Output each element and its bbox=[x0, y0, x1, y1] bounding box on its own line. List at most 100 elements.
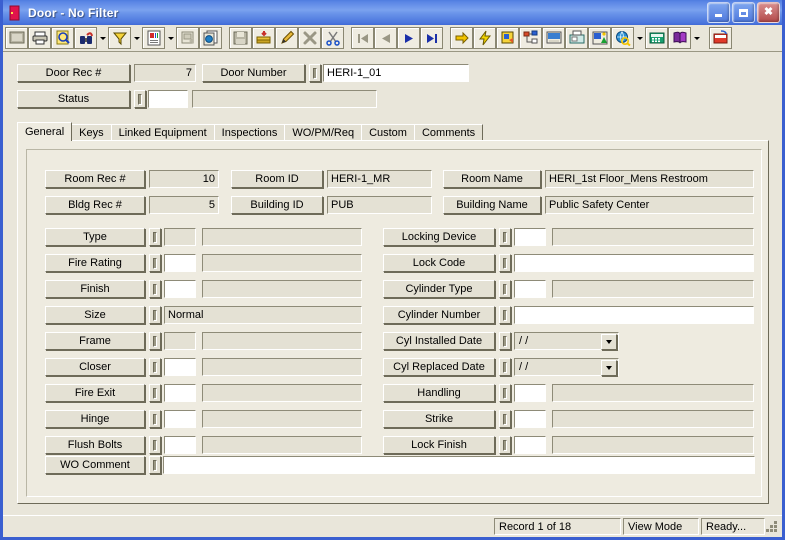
hinge-lookup-button[interactable] bbox=[149, 410, 161, 428]
chevron-down-icon[interactable] bbox=[131, 27, 142, 49]
application-window: Door - No Filter ✖ Door Rec # 7 Door Num… bbox=[0, 0, 785, 540]
attachment-icon[interactable] bbox=[542, 27, 565, 49]
cylinder-type-description bbox=[552, 280, 754, 298]
chevron-down-icon[interactable] bbox=[97, 27, 108, 49]
type-code-input[interactable] bbox=[164, 228, 196, 246]
tab-linked-equipment[interactable]: Linked Equipment bbox=[110, 124, 215, 141]
tab-inspections[interactable]: Inspections bbox=[213, 124, 286, 141]
close-button[interactable]: ✖ bbox=[757, 2, 780, 23]
last-record-icon[interactable] bbox=[420, 27, 443, 49]
size-input[interactable]: Normal bbox=[164, 306, 362, 324]
frame-code-input[interactable] bbox=[164, 332, 196, 350]
flush-bolts-lookup-button[interactable] bbox=[149, 436, 161, 454]
status-code-input[interactable] bbox=[148, 90, 188, 108]
find-icon[interactable] bbox=[74, 27, 97, 49]
type-lookup-button[interactable] bbox=[149, 228, 161, 246]
print-icon[interactable] bbox=[28, 27, 51, 49]
handling-code-input[interactable] bbox=[514, 384, 546, 402]
calculator-icon[interactable] bbox=[645, 27, 668, 49]
hierarchy-icon[interactable] bbox=[519, 27, 542, 49]
lock-finish-label: Lock Finish bbox=[383, 436, 495, 454]
locking-device-code-input[interactable] bbox=[514, 228, 546, 246]
filter-icon[interactable] bbox=[108, 27, 131, 49]
fire-rating-lookup-button[interactable] bbox=[149, 254, 161, 272]
strike-code-input[interactable] bbox=[514, 410, 546, 428]
tab-custom[interactable]: Custom bbox=[361, 124, 415, 141]
cylinder-type-lookup-button[interactable] bbox=[499, 280, 511, 298]
delete-icon[interactable] bbox=[298, 27, 321, 49]
cyl-installed-date-combo[interactable]: / / bbox=[514, 332, 619, 350]
goto-icon[interactable] bbox=[450, 27, 473, 49]
chevron-down-icon[interactable] bbox=[634, 27, 645, 49]
fire-exit-lookup-button[interactable] bbox=[149, 384, 161, 402]
flush-bolts-code-input[interactable] bbox=[164, 436, 196, 454]
wo-comment-input[interactable] bbox=[163, 456, 755, 474]
lock-code-lookup-button[interactable] bbox=[499, 254, 511, 272]
door-number-lookup-button[interactable] bbox=[309, 64, 321, 82]
cyl-replaced-date-combo[interactable]: / / bbox=[514, 358, 619, 376]
chevron-down-icon[interactable] bbox=[691, 27, 702, 49]
exit-icon[interactable] bbox=[709, 27, 732, 49]
lock-code-input[interactable] bbox=[514, 254, 754, 272]
finish-lookup-button[interactable] bbox=[149, 280, 161, 298]
quick-action-icon[interactable] bbox=[473, 27, 496, 49]
size-lookup-button[interactable] bbox=[149, 306, 161, 324]
chevron-down-icon[interactable] bbox=[165, 27, 176, 49]
cut-icon[interactable] bbox=[321, 27, 344, 49]
fire-rating-code-input[interactable] bbox=[164, 254, 196, 272]
copy-record-icon[interactable] bbox=[199, 27, 222, 49]
maximize-button[interactable] bbox=[732, 2, 755, 23]
tab-label: Comments bbox=[421, 127, 476, 139]
cyl-installed-date-lookup-button[interactable] bbox=[499, 332, 511, 350]
print-preview-icon[interactable] bbox=[51, 27, 74, 49]
tab-general[interactable]: General bbox=[17, 122, 73, 141]
properties-icon[interactable] bbox=[176, 27, 199, 49]
frame-lookup-button[interactable] bbox=[149, 332, 161, 350]
fire-exit-code-input[interactable] bbox=[164, 384, 196, 402]
linked-records-icon[interactable] bbox=[496, 27, 519, 49]
status-lookup-button[interactable] bbox=[134, 90, 146, 108]
help-book-icon[interactable] bbox=[668, 27, 691, 49]
lock-finish-lookup-button[interactable] bbox=[499, 436, 511, 454]
finish-code-input[interactable] bbox=[164, 280, 196, 298]
closer-code-input[interactable] bbox=[164, 358, 196, 376]
chevron-down-icon[interactable] bbox=[601, 334, 617, 350]
cylinder-type-code-input[interactable] bbox=[514, 280, 546, 298]
edit-icon[interactable] bbox=[275, 27, 298, 49]
fax-icon[interactable] bbox=[565, 27, 588, 49]
locking-device-lookup-button[interactable] bbox=[499, 228, 511, 246]
door-number-input[interactable]: HERI-1_01 bbox=[323, 64, 469, 82]
cylinder-number-lookup-button[interactable] bbox=[499, 306, 511, 324]
closer-lookup-button[interactable] bbox=[149, 358, 161, 376]
status-description bbox=[192, 90, 377, 108]
cyl-replaced-date-label: Cyl Replaced Date bbox=[383, 358, 495, 376]
hinge-code-input[interactable] bbox=[164, 410, 196, 428]
chevron-down-icon[interactable] bbox=[601, 360, 617, 376]
toolbar-separator bbox=[702, 27, 709, 49]
wo-comment-lookup-button[interactable] bbox=[149, 456, 161, 474]
save-icon[interactable] bbox=[229, 27, 252, 49]
resize-grip[interactable] bbox=[765, 520, 779, 534]
tab-keys[interactable]: Keys bbox=[71, 124, 112, 141]
screen-icon[interactable] bbox=[5, 27, 28, 49]
handling-lookup-button[interactable] bbox=[499, 384, 511, 402]
bldg-rec-value: 5 bbox=[149, 196, 219, 214]
lock-finish-code-input[interactable] bbox=[514, 436, 546, 454]
frame-label: Frame bbox=[45, 332, 145, 350]
tab-label: WO/PM/Req bbox=[292, 127, 355, 139]
previous-record-icon[interactable] bbox=[374, 27, 397, 49]
first-record-icon[interactable] bbox=[351, 27, 374, 49]
tab-wo-pm-req[interactable]: WO/PM/Req bbox=[284, 124, 363, 141]
tab-comments[interactable]: Comments bbox=[413, 124, 484, 141]
strike-lookup-button[interactable] bbox=[499, 410, 511, 428]
web-search-icon[interactable] bbox=[611, 27, 634, 49]
report-icon[interactable] bbox=[142, 27, 165, 49]
next-record-icon[interactable] bbox=[397, 27, 420, 49]
cylinder-number-input[interactable] bbox=[514, 306, 754, 324]
toolbar-separator bbox=[344, 27, 351, 49]
cyl-replaced-date-lookup-button[interactable] bbox=[499, 358, 511, 376]
fire-rating-label: Fire Rating bbox=[45, 254, 145, 272]
minimize-button[interactable] bbox=[707, 2, 730, 23]
image-icon[interactable] bbox=[588, 27, 611, 49]
add-record-icon[interactable] bbox=[252, 27, 275, 49]
